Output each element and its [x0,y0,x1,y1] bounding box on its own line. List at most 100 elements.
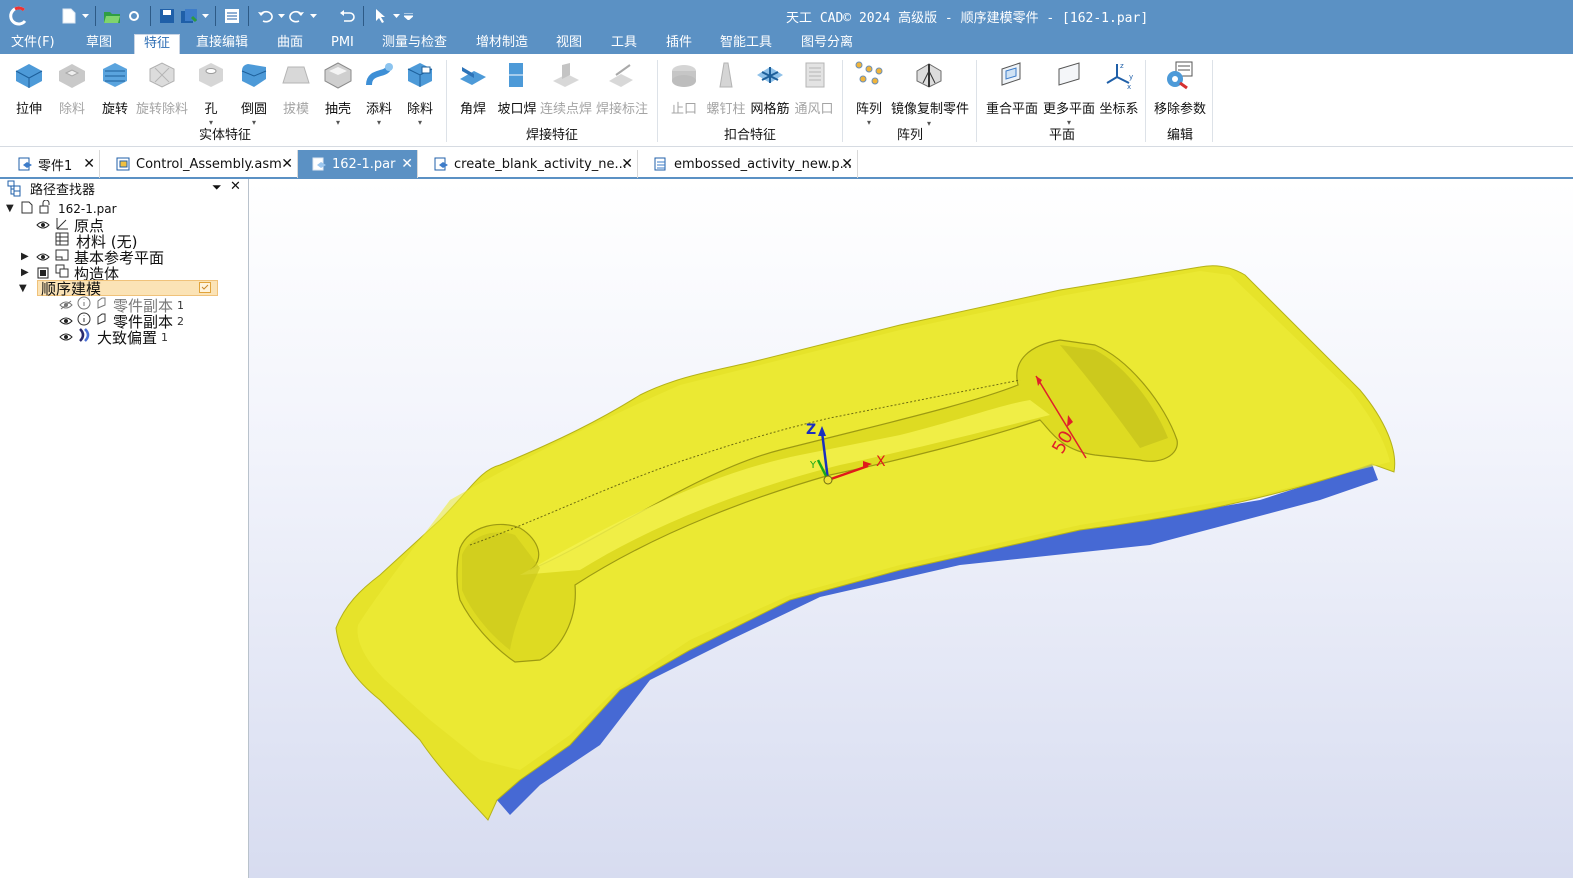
add-material-button[interactable]: 添料 ▾ [362,58,396,127]
close-icon[interactable]: ✕ [841,156,853,172]
round-icon [237,58,271,92]
screw-boss-button[interactable]: 螺钉柱 [706,58,746,118]
group-separator [1212,60,1213,142]
eye-icon[interactable] [36,251,50,263]
tab-embossed-activity[interactable]: embossed_activity_new.p... ✕ [638,150,858,178]
properties-icon[interactable] [221,5,243,27]
select-dropdown-icon[interactable] [391,5,401,27]
new-file-icon[interactable] [58,5,80,27]
close-icon[interactable]: ✕ [621,156,633,172]
pane-options-icon[interactable]: ⏷ [212,180,222,195]
collapse-toggle-icon[interactable]: ▼ [19,283,27,294]
dropdown-check-icon[interactable] [199,282,211,297]
collapse-toggle-icon[interactable]: ▼ [6,203,14,214]
lip-icon [667,58,701,92]
3d-viewport[interactable]: 50 Z X Y [249,181,1573,878]
remove-material-dropdown-icon[interactable]: ▾ [418,118,422,127]
draft-button[interactable]: 拔模 [279,58,313,118]
expand-toggle-icon[interactable]: ▶ [21,251,29,262]
tree-item-rough-offset[interactable]: 大致偏置 1 [59,328,168,347]
mirror-copy-part-button[interactable]: 镜像复制零件 [890,58,970,118]
menu-smart-tools[interactable]: 智能工具 [718,34,774,54]
hole-icon [194,58,228,92]
round-button[interactable]: 倒圆 ▾ [237,58,271,127]
menu-pmi[interactable]: PMI [329,34,356,54]
thin-wall-button[interactable]: 抽壳 ▾ [321,58,355,127]
tab-162-1-par[interactable]: 162-1.par ✕ [298,150,418,178]
menu-plugins[interactable]: 插件 [664,34,694,54]
redo-dropdown-icon[interactable] [308,5,318,27]
close-icon[interactable]: ✕ [401,156,413,172]
cutout-button[interactable]: 除料 [54,58,90,118]
tab-label: Control_Assembly.asm [136,156,282,172]
fillet-weld-button[interactable]: 角焊 [456,58,490,118]
revolve-cutout-button[interactable]: 旋转除料 [134,58,190,118]
pattern-group-dropdown-icon[interactable]: ▾ [927,119,931,128]
menu-file[interactable]: 文件(F) [9,34,57,54]
weld-annotation-button[interactable]: 焊接标注 [596,58,648,118]
group-separator [1145,60,1146,142]
part-model-graphic[interactable]: 50 Z X Y [249,181,1573,878]
save-icon[interactable] [156,5,178,27]
save-dropdown-icon[interactable] [200,5,210,27]
undo-icon[interactable] [254,5,276,27]
refresh-icon[interactable] [123,5,145,27]
revolve-button[interactable]: 旋转 [97,58,133,118]
menu-direct-edit[interactable]: 直接编辑 [194,34,250,54]
repeat-command-icon[interactable] [336,5,358,27]
stitch-weld-button[interactable]: 连续点焊 [540,58,592,118]
select-arrow-icon[interactable] [369,5,391,27]
pathfinder-header: 路径查找器 ⏷ ✕ [0,179,248,198]
close-icon[interactable]: ✕ [83,156,95,172]
redo-icon[interactable] [286,5,308,27]
menu-tools[interactable]: 工具 [609,34,639,54]
qat-separator [363,6,364,26]
add-material-dropdown-icon[interactable]: ▾ [377,118,381,127]
stitch-weld-icon [549,58,583,92]
menu-view[interactable]: 视图 [554,34,584,54]
groove-weld-icon [500,58,534,92]
close-icon[interactable]: ✕ [281,156,293,172]
round-dropdown-icon[interactable]: ▾ [252,118,256,127]
more-planes-button[interactable]: 更多平面 ▾ [1042,58,1096,127]
group-label-fit: 扣合特征 [724,128,777,143]
coincident-plane-button[interactable]: 重合平面 [985,58,1039,118]
remove-material-button[interactable]: 除料 ▾ [403,58,437,127]
eye-icon[interactable] [59,315,73,327]
menu-additive[interactable]: 增材制造 [474,34,530,54]
menu-surface[interactable]: 曲面 [275,34,305,54]
app-logo-icon[interactable] [8,5,30,27]
pattern-dropdown-icon[interactable]: ▾ [867,118,871,127]
save-all-icon[interactable] [178,5,200,27]
menu-sketch[interactable]: 草图 [84,34,114,54]
close-pane-icon[interactable]: ✕ [230,179,241,194]
thin-wall-dropdown-icon[interactable]: ▾ [336,118,340,127]
tab-create-blank-activity[interactable]: create_blank_activity_ne... ✕ [418,150,638,178]
group-label-weld: 焊接特征 [526,128,579,143]
eye-icon[interactable] [36,219,50,231]
tab-part1[interactable]: 零件1 ✕ [0,150,100,178]
groove-weld-button[interactable]: 坡口焊 [497,58,537,118]
new-dropdown-icon[interactable] [80,5,90,27]
expand-toggle-icon[interactable]: ▶ [21,267,29,278]
customize-qat-icon[interactable] [401,5,415,27]
eye-icon[interactable] [59,331,73,343]
menu-drawing-number[interactable]: 图号分离 [799,34,855,54]
menu-features[interactable]: 特征 [134,34,180,54]
web-network-button[interactable]: 网格筋 [750,58,790,118]
hole-button[interactable]: 孔 ▾ [194,58,228,127]
undo-dropdown-icon[interactable] [276,5,286,27]
title-bar: 天工 CAD© 2024 高级版 - 顺序建模零件 - [162-1.par] [0,0,1573,32]
lip-button[interactable]: 止口 [667,58,701,118]
coordinate-system-button[interactable]: zyx 坐标系 [1099,58,1139,118]
open-file-icon[interactable] [101,5,123,27]
extrude-button[interactable]: 拉伸 [11,58,47,118]
eye-hidden-icon[interactable] [59,299,73,311]
vent-button[interactable]: 通风口 [794,58,834,118]
tab-control-assembly[interactable]: Control_Assembly.asm ✕ [100,150,298,178]
extrude-icon [12,58,46,92]
axis-x-label: X [876,454,886,470]
menu-measure-inspect[interactable]: 测量与检查 [380,34,449,54]
pattern-button[interactable]: 阵列 ▾ [852,58,886,127]
remove-parameters-button[interactable]: 移除参数 [1152,58,1208,118]
